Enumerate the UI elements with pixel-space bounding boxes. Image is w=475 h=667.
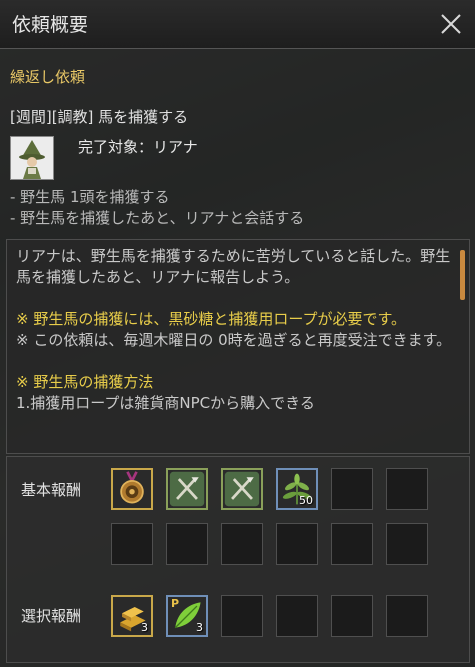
reward-slot-tools-2[interactable] <box>221 468 263 510</box>
crossed-tools-icon <box>169 471 205 507</box>
title-bar: 依頼概要 <box>0 0 475 49</box>
reward-slot-empty <box>276 523 318 565</box>
description-text: リアナは、野生馬を捕獲するために苦労していると話した。野生馬を捕獲したあと、リア… <box>16 246 452 414</box>
selectable-reward-label: 選択報酬 <box>21 607 82 625</box>
rewards-panel: 基本報酬 50 選択報酬 3 P 3 <box>6 456 470 663</box>
close-icon <box>441 14 461 34</box>
reward-slot-empty <box>331 468 373 510</box>
reward-slot-empty <box>111 523 153 565</box>
crossed-tools-icon <box>224 471 260 507</box>
quest-type: 繰返し依頼 <box>10 68 86 86</box>
reward-slot-empty <box>221 523 263 565</box>
npc-portrait <box>10 136 54 180</box>
medal-icon <box>120 471 144 504</box>
reward-slot-empty <box>166 523 208 565</box>
close-button[interactable] <box>437 10 465 38</box>
description-box[interactable]: リアナは、野生馬を捕獲するために苦労していると話した。野生馬を捕獲したあと、リア… <box>6 239 470 454</box>
quest-name: [週間][調教] 馬を捕獲する <box>10 108 189 126</box>
reward-slot-empty <box>276 595 318 637</box>
reward-slot-empty <box>386 468 428 510</box>
witch-npc-icon <box>11 137 53 179</box>
reset-note: ※ この依頼は、毎週木曜日の 0時を過ぎると再度受注できます。 <box>16 331 452 349</box>
description-paragraph: リアナは、野生馬を捕獲するために苦労していると話した。野生馬を捕獲したあと、リア… <box>16 247 451 286</box>
reward-slot-empty <box>221 595 263 637</box>
premium-badge: P <box>171 597 180 610</box>
requirement-note: ※ 野生馬の捕獲には、黒砂糖と捕獲用ロープが必要です。 <box>16 310 406 328</box>
reward-slot-empty <box>331 595 373 637</box>
reward-slot-tools-1[interactable] <box>166 468 208 510</box>
reward-slot-empty <box>331 523 373 565</box>
herb-count: 50 <box>299 494 313 507</box>
reward-slot-gold-bar[interactable]: 3 <box>111 595 153 637</box>
basic-reward-label: 基本報酬 <box>21 481 82 499</box>
objective-1: - 野生馬 1頭を捕獲する <box>10 188 170 206</box>
leaf-count: 3 <box>196 621 203 634</box>
window-title: 依頼概要 <box>12 14 89 36</box>
objective-2: - 野生馬を捕獲したあと、リアナと会話する <box>10 209 305 227</box>
reward-slot-leaf[interactable]: P 3 <box>166 595 208 637</box>
description-scrollbar[interactable] <box>460 250 465 300</box>
reward-slot-herb[interactable]: 50 <box>276 468 318 510</box>
complete-target: 完了対象：リアナ <box>78 138 198 156</box>
reward-slot-medal[interactable] <box>111 468 153 510</box>
method-line: 1.捕獲用ロープは雑貨商NPCから購入できる <box>16 394 315 412</box>
reward-slot-empty <box>386 523 428 565</box>
gold-bar-count: 3 <box>141 621 148 634</box>
method-title: ※ 野生馬の捕獲方法 <box>16 373 154 391</box>
reward-slot-empty <box>386 595 428 637</box>
